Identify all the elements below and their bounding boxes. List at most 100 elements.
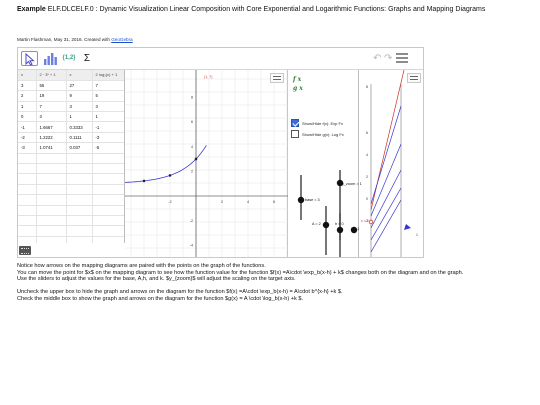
move-tool-button[interactable] bbox=[21, 51, 38, 66]
slider-knob[interactable] bbox=[336, 226, 344, 234]
table-cell[interactable] bbox=[66, 173, 93, 185]
table-cell[interactable]: 5 bbox=[92, 90, 124, 102]
table-cell[interactable]: 0 bbox=[18, 111, 37, 123]
table-cell[interactable]: 3 bbox=[36, 111, 67, 123]
mapping-arrow[interactable] bbox=[370, 187, 402, 241]
mapping-canvas[interactable]: 86420-2x = 21 bbox=[359, 70, 424, 258]
table-cell[interactable] bbox=[92, 205, 124, 216]
list-tool-button[interactable]: {1,2} bbox=[61, 51, 77, 66]
mapping-arrow[interactable] bbox=[370, 169, 402, 229]
graphics-view[interactable]: -2 2 4 6 8 6 4 2 -2 -4 (1, 7) bbox=[125, 70, 288, 258]
table-cell[interactable] bbox=[92, 163, 124, 175]
table-cell[interactable] bbox=[66, 205, 93, 216]
table-cell[interactable] bbox=[36, 153, 67, 165]
table-cell[interactable]: 7 bbox=[36, 101, 67, 113]
table-cell[interactable] bbox=[36, 184, 67, 196]
table-cell[interactable]: -2 bbox=[18, 132, 37, 144]
table-cell[interactable] bbox=[66, 194, 93, 206]
table-cell[interactable] bbox=[36, 225, 67, 237]
table-cell[interactable] bbox=[36, 236, 67, 243]
table-cell[interactable] bbox=[92, 194, 124, 206]
table-cell[interactable] bbox=[92, 215, 124, 227]
table-cell[interactable]: 1 bbox=[92, 111, 124, 123]
table-cell[interactable]: 1.6667 bbox=[36, 121, 67, 133]
table-cell[interactable]: -1 bbox=[92, 121, 124, 133]
mapping-style-button[interactable] bbox=[407, 73, 421, 83]
slider-knob[interactable] bbox=[322, 221, 330, 229]
menu-icon[interactable] bbox=[396, 53, 408, 64]
table-cell[interactable] bbox=[18, 225, 37, 237]
checkbox-log-row[interactable]: Show/Hide g(x): Log Fx bbox=[291, 130, 344, 138]
controls-view[interactable]: f x g x Show/Hide f(x): Exp Fx Show/Hide… bbox=[288, 70, 362, 258]
mapping-diagram-view[interactable]: 8 6 4 2 0 -2 x = 21 bbox=[359, 70, 424, 258]
column-header[interactable]: x bbox=[18, 70, 37, 81]
table-cell[interactable] bbox=[66, 236, 93, 243]
table-cell[interactable]: 3 bbox=[18, 80, 37, 92]
table-cell[interactable] bbox=[18, 215, 37, 227]
table-point[interactable] bbox=[142, 179, 146, 183]
checkbox-exp[interactable] bbox=[291, 119, 299, 127]
sum-tool-button[interactable]: Σ bbox=[80, 51, 94, 66]
checkbox-log[interactable] bbox=[291, 130, 299, 138]
table-cell[interactable]: -3 bbox=[18, 142, 37, 154]
table-cell[interactable]: 3 bbox=[92, 101, 124, 113]
column-header[interactable]: 2 log₃(x) + 1 bbox=[92, 70, 124, 81]
exp-curve[interactable] bbox=[125, 145, 207, 183]
column-header[interactable]: x bbox=[66, 70, 93, 81]
table-cell[interactable] bbox=[66, 163, 93, 175]
table-cell[interactable] bbox=[18, 163, 37, 175]
spreadsheet-view[interactable]: x2 · 3ˣ + 1x2 log₃(x) + 1 3 55 27 7 2 19 9 5 1 7 3 3… bbox=[18, 70, 125, 243]
table-cell[interactable] bbox=[92, 236, 124, 243]
geogebra-link[interactable]: GeoGebra bbox=[111, 37, 132, 42]
table-cell[interactable] bbox=[92, 225, 124, 237]
table-cell[interactable] bbox=[36, 173, 67, 185]
table-cell[interactable] bbox=[66, 153, 93, 165]
table-cell[interactable] bbox=[66, 225, 93, 237]
table-cell[interactable] bbox=[36, 215, 67, 227]
table-cell[interactable]: 19 bbox=[36, 90, 67, 102]
table-cell[interactable]: 1.0741 bbox=[36, 142, 67, 154]
table-cell[interactable]: 3 bbox=[66, 101, 93, 113]
table-cell[interactable]: 9 bbox=[66, 90, 93, 102]
undo-button[interactable]: ↶ bbox=[373, 53, 381, 64]
column-header[interactable]: 2 · 3ˣ + 1 bbox=[36, 70, 67, 81]
keyboard-icon[interactable] bbox=[19, 246, 31, 255]
table-cell[interactable] bbox=[18, 194, 37, 206]
table-cell[interactable] bbox=[18, 173, 37, 185]
table-cell[interactable]: 2 bbox=[18, 90, 37, 102]
table-cell[interactable] bbox=[66, 215, 93, 227]
table-cell[interactable] bbox=[66, 184, 93, 196]
table-cell[interactable]: 1 bbox=[66, 111, 93, 123]
table-cell[interactable] bbox=[92, 173, 124, 185]
table-cell[interactable]: -1 bbox=[18, 121, 37, 133]
slider-canvas[interactable] bbox=[288, 70, 359, 258]
table-cell[interactable]: -3 bbox=[92, 132, 124, 144]
table-cell[interactable]: 1 bbox=[18, 101, 37, 113]
table-cell[interactable]: 0.037 bbox=[66, 142, 93, 154]
graph-canvas[interactable]: -2 2 4 6 8 6 4 2 -2 -4 (1, 7) bbox=[125, 70, 288, 258]
checkbox-exp-row[interactable]: Show/Hide f(x): Exp Fx bbox=[291, 119, 343, 127]
mapping-arrow[interactable] bbox=[370, 199, 402, 253]
table-cell[interactable] bbox=[18, 205, 37, 216]
table-point[interactable] bbox=[194, 157, 198, 161]
table-cell[interactable]: 55 bbox=[36, 80, 67, 92]
geogebra-applet[interactable]: {1,2} Σ ↶ ↷ x2 · 3ˣ + 1x2 log₃(x) + 1 3 55… bbox=[17, 47, 424, 258]
table-cell[interactable] bbox=[36, 163, 67, 175]
table-cell[interactable] bbox=[18, 184, 37, 196]
table-cell[interactable] bbox=[92, 184, 124, 196]
table-cell[interactable]: -5 bbox=[92, 142, 124, 154]
table-cell[interactable] bbox=[18, 153, 37, 165]
table-cell[interactable]: 7 bbox=[92, 80, 124, 92]
table-cell[interactable] bbox=[18, 236, 37, 243]
table-cell[interactable]: 1.2222 bbox=[36, 132, 67, 144]
redo-button[interactable]: ↷ bbox=[384, 53, 392, 64]
graph-style-button[interactable] bbox=[270, 73, 284, 83]
slider-knob[interactable] bbox=[297, 196, 305, 204]
table-cell[interactable]: 0.1111 bbox=[66, 132, 93, 144]
bar-chart-tool-button[interactable] bbox=[42, 51, 58, 66]
table-point[interactable] bbox=[168, 174, 172, 177]
table-cell[interactable]: 27 bbox=[66, 80, 93, 92]
table-cell[interactable] bbox=[36, 205, 67, 216]
table-cell[interactable] bbox=[92, 153, 124, 165]
x-point-marker[interactable] bbox=[368, 219, 374, 225]
